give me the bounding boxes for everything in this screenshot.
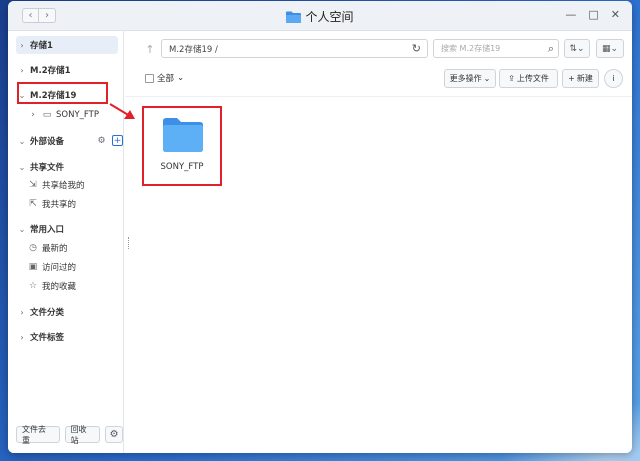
window-title-text: 个人空间: [305, 10, 354, 24]
sidebar-item-label: 存储1: [30, 41, 53, 51]
upload-button[interactable]: ⇪ 上传文件: [499, 69, 558, 88]
chevron-down-icon: ⌄: [483, 74, 491, 83]
external-tools: ⚙ +: [96, 135, 123, 146]
sidebar-item-label: 共享给我的: [42, 181, 85, 191]
path-text: M.2存储19 /: [169, 44, 218, 55]
close-icon[interactable]: ✕: [611, 8, 620, 21]
sidebar-item-common-entry[interactable]: ⌄ 常用入口: [18, 221, 64, 237]
sidebar-item-my-shares[interactable]: ⇱ 我共享的: [28, 196, 76, 212]
select-all-label: 全部: [157, 74, 175, 84]
folder-icon: [163, 118, 203, 152]
history-icon: ▣: [28, 262, 38, 272]
chevron-down-icon: ⌄: [18, 224, 26, 234]
plus-icon: +: [568, 74, 575, 83]
file-manager-window: ‹ › 个人空间 — □ ✕ › 存储1 › M.2存储1 ⌄ M.2存储19: [8, 1, 632, 453]
chevron-down-icon: ⌄: [177, 73, 185, 83]
sort-button[interactable]: ⇅⌄: [564, 39, 590, 58]
sidebar-item-label: 最新的: [42, 244, 68, 254]
more-actions-label: 更多操作: [449, 74, 482, 83]
checkbox[interactable]: [145, 73, 154, 83]
share-icon: ⇲: [29, 180, 37, 190]
sidebar-item-file-category[interactable]: › 文件分类: [18, 304, 64, 320]
sidebar: › 存储1 › M.2存储1 ⌄ M.2存储19 › ▭ SONY_FTP ⌄ …: [8, 31, 124, 453]
toolbar-divider: [125, 96, 632, 97]
sidebar-item-file-tags[interactable]: › 文件标签: [18, 329, 64, 345]
sidebar-item-label: 文件标签: [30, 333, 65, 343]
settings-gear-icon[interactable]: ⚙: [105, 426, 124, 443]
chevron-right-icon: ›: [20, 40, 24, 50]
star-icon: ☆: [28, 281, 38, 291]
chevron-right-icon: ›: [20, 332, 24, 342]
refresh-icon[interactable]: ↻: [412, 42, 421, 55]
chevron-right-icon: ›: [20, 65, 24, 75]
sidebar-item-shared-files[interactable]: ⌄ 共享文件: [18, 159, 64, 175]
sidebar-item-favorites[interactable]: ☆ 我的收藏: [28, 278, 76, 294]
new-label: 新建: [576, 74, 593, 83]
sidebar-item-label: 共享文件: [30, 163, 65, 173]
up-arrow-icon[interactable]: ↑: [141, 40, 159, 58]
title-bar: ‹ › 个人空间 — □ ✕: [8, 1, 632, 31]
file-tile-sony-ftp[interactable]: SONY_FTP: [142, 106, 222, 186]
dedupe-button[interactable]: 文件去重: [16, 425, 60, 445]
path-bar[interactable]: M.2存储19 / ↻: [161, 39, 428, 58]
sidebar-resize-handle[interactable]: [128, 237, 129, 249]
select-all-toggle[interactable]: 全部 ⌄: [145, 72, 184, 84]
sidebar-item-label: 我的收藏: [42, 282, 77, 292]
sidebar-item-sony-ftp[interactable]: › ▭ SONY_FTP: [28, 107, 99, 123]
window-title: 个人空间: [8, 8, 632, 25]
upload-icon: ⇪: [508, 74, 515, 83]
share-out-icon: ⇱: [29, 199, 37, 209]
folder-outline-icon: ▭: [42, 110, 52, 120]
search-placeholder: 搜索 M.2存储19: [441, 44, 501, 53]
chevron-right-icon: ›: [20, 307, 24, 317]
search-input[interactable]: 搜索 M.2存储19 ⌕: [433, 39, 559, 58]
highlight-box-storage: [17, 82, 108, 104]
sidebar-item-visited[interactable]: ▣ 访问过的: [28, 259, 76, 275]
sidebar-item-label: 文件分类: [30, 308, 65, 318]
sidebar-item-external[interactable]: ⌄ 外部设备: [18, 133, 64, 149]
upload-label: 上传文件: [516, 74, 549, 83]
sidebar-item-m2-storage1[interactable]: › M.2存储1: [18, 62, 71, 78]
window-controls: — □ ✕: [565, 8, 620, 21]
add-device-icon[interactable]: +: [112, 135, 123, 146]
search-icon[interactable]: ⌕: [548, 42, 554, 56]
folder-icon: [286, 11, 302, 23]
recycle-bin-button[interactable]: 回收站: [64, 425, 101, 445]
maximize-icon[interactable]: □: [588, 8, 598, 21]
sidebar-item-label: SONY_FTP: [56, 110, 99, 120]
chevron-down-icon: ⌄: [18, 136, 26, 146]
info-icon: i: [612, 74, 615, 83]
chevron-right-icon: ›: [31, 110, 35, 120]
sort-icon: ⇅⌄: [569, 43, 585, 54]
gear-icon[interactable]: ⚙: [96, 135, 107, 146]
sidebar-bottom-bar: 文件去重 回收站 ⚙: [16, 425, 124, 445]
sidebar-item-label: 外部设备: [30, 137, 65, 147]
sidebar-item-storage1[interactable]: › 存储1: [18, 37, 53, 53]
sidebar-item-shared-with-me[interactable]: ⇲ 共享给我的: [28, 177, 85, 193]
file-name: SONY_FTP: [160, 162, 204, 172]
grid-view-icon: ▦⌄: [601, 43, 619, 54]
sidebar-item-label: 我共享的: [42, 200, 77, 210]
view-mode-button[interactable]: ▦⌄: [596, 39, 624, 58]
minimize-icon[interactable]: —: [565, 8, 576, 21]
sidebar-item-label: 访问过的: [42, 263, 77, 273]
main-pane: ↑ M.2存储19 / ↻ 搜索 M.2存储19 ⌕ ⇅⌄ ▦⌄ 全部 ⌄ 更多…: [125, 31, 632, 453]
sidebar-item-recent[interactable]: ◷ 最新的: [28, 240, 68, 256]
info-button[interactable]: i: [604, 69, 623, 88]
chevron-down-icon: ⌄: [18, 162, 26, 172]
more-actions-button[interactable]: 更多操作 ⌄: [444, 69, 496, 88]
clock-icon: ◷: [29, 243, 37, 253]
sidebar-item-label: 常用入口: [30, 225, 65, 235]
new-button[interactable]: + 新建: [562, 69, 599, 88]
sidebar-item-label: M.2存储1: [30, 66, 71, 76]
